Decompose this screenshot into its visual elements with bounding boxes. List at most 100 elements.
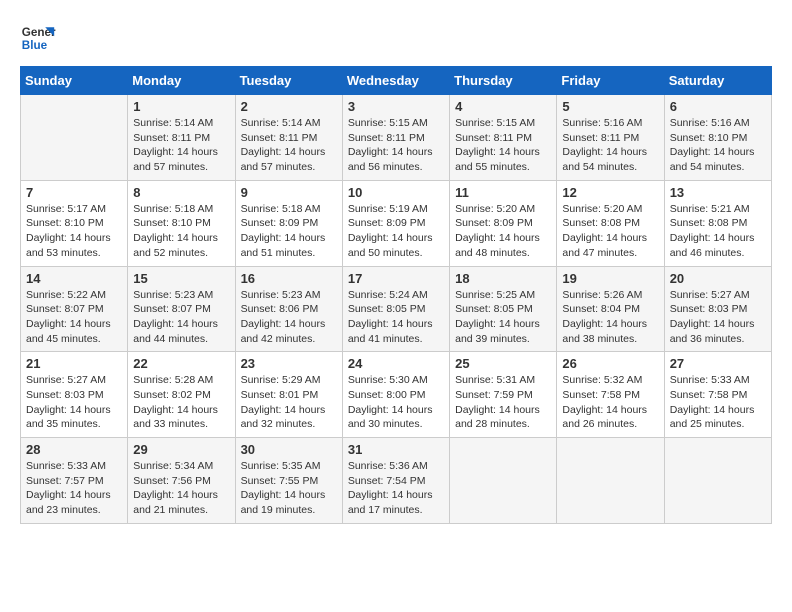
day-number: 19 — [562, 271, 658, 286]
day-number: 12 — [562, 185, 658, 200]
calendar-cell — [21, 95, 128, 181]
weekday-header-tuesday: Tuesday — [235, 67, 342, 95]
calendar-cell: 13Sunrise: 5:21 AM Sunset: 8:08 PM Dayli… — [664, 180, 771, 266]
day-number: 20 — [670, 271, 766, 286]
cell-info: Sunrise: 5:21 AM Sunset: 8:08 PM Dayligh… — [670, 202, 766, 261]
day-number: 25 — [455, 356, 551, 371]
calendar-table: SundayMondayTuesdayWednesdayThursdayFrid… — [20, 66, 772, 524]
calendar-cell: 30 Sunrise: 5:35 AM Sunset: 7:55 PM Dayli… — [235, 438, 342, 524]
day-number: 4 — [455, 99, 551, 114]
day-number: 1 — [133, 99, 229, 114]
calendar-body: 1 Sunrise: 5:14 AM Sunset: 8:11 PM Daylig… — [21, 95, 772, 524]
cell-info: Sunrise: 5:25 AM Sunset: 8:05 PM Dayligh… — [455, 288, 551, 347]
cell-info: Sunrise: 5:31 AM Sunset: 7:59 PM Dayligh… — [455, 373, 551, 432]
calendar-cell: 22 Sunrise: 5:28 AM Sunset: 8:02 PM Dayli… — [128, 352, 235, 438]
calendar-cell — [664, 438, 771, 524]
cell-info: Sunrise: 5:28 AM Sunset: 8:02 PM Dayligh… — [133, 373, 229, 432]
day-number: 23 — [241, 356, 337, 371]
day-number: 9 — [241, 185, 337, 200]
calendar-cell: 16Sunrise: 5:23 AM Sunset: 8:06 PM Dayli… — [235, 266, 342, 352]
cell-info: Sunrise: 5:34 AM Sunset: 7:56 PM Dayligh… — [133, 459, 229, 518]
calendar-cell: 31 Sunrise: 5:36 AM Sunset: 7:54 PM Dayli… — [342, 438, 449, 524]
day-number: 7 — [26, 185, 122, 200]
cell-info: Sunrise: 5:17 AM Sunset: 8:10 PM Dayligh… — [26, 202, 122, 261]
calendar-cell — [557, 438, 664, 524]
calendar-cell — [450, 438, 557, 524]
day-number: 6 — [670, 99, 766, 114]
day-number: 14 — [26, 271, 122, 286]
calendar-cell: 1 Sunrise: 5:14 AM Sunset: 8:11 PM Daylig… — [128, 95, 235, 181]
day-number: 31 — [348, 442, 444, 457]
cell-info: Sunrise: 5:14 AM Sunset: 8:11 PM Dayligh… — [133, 116, 229, 175]
day-number: 11 — [455, 185, 551, 200]
calendar-cell: 6Sunrise: 5:16 AM Sunset: 8:10 PM Daylig… — [664, 95, 771, 181]
cell-info: Sunrise: 5:15 AM Sunset: 8:11 PM Dayligh… — [348, 116, 444, 175]
cell-info: Sunrise: 5:18 AM Sunset: 8:09 PM Dayligh… — [241, 202, 337, 261]
day-number: 22 — [133, 356, 229, 371]
logo: General Blue — [20, 20, 56, 56]
calendar-cell: 28 Sunrise: 5:33 AM Sunset: 7:57 PM Dayli… — [21, 438, 128, 524]
calendar-cell: 29 Sunrise: 5:34 AM Sunset: 7:56 PM Dayli… — [128, 438, 235, 524]
page-header: General Blue — [20, 20, 772, 56]
day-number: 28 — [26, 442, 122, 457]
day-number: 27 — [670, 356, 766, 371]
calendar-cell: 27Sunrise: 5:33 AM Sunset: 7:58 PM Dayli… — [664, 352, 771, 438]
calendar-week-row: 21Sunrise: 5:27 AM Sunset: 8:03 PM Dayli… — [21, 352, 772, 438]
cell-info: Sunrise: 5:15 AM Sunset: 8:11 PM Dayligh… — [455, 116, 551, 175]
calendar-cell: 15Sunrise: 5:23 AM Sunset: 8:07 PM Dayli… — [128, 266, 235, 352]
calendar-header-row: SundayMondayTuesdayWednesdayThursdayFrid… — [21, 67, 772, 95]
day-number: 29 — [133, 442, 229, 457]
day-number: 24 — [348, 356, 444, 371]
weekday-header-wednesday: Wednesday — [342, 67, 449, 95]
calendar-cell: 24 Sunrise: 5:30 AM Sunset: 8:00 PM Dayli… — [342, 352, 449, 438]
cell-info: Sunrise: 5:26 AM Sunset: 8:04 PM Dayligh… — [562, 288, 658, 347]
calendar-week-row: 28 Sunrise: 5:33 AM Sunset: 7:57 PM Dayli… — [21, 438, 772, 524]
calendar-cell: 3 Sunrise: 5:15 AM Sunset: 8:11 PM Daylig… — [342, 95, 449, 181]
calendar-cell: 5 Sunrise: 5:16 AM Sunset: 8:11 PM Daylig… — [557, 95, 664, 181]
calendar-cell: 11Sunrise: 5:20 AM Sunset: 8:09 PM Dayli… — [450, 180, 557, 266]
day-number: 30 — [241, 442, 337, 457]
cell-info: Sunrise: 5:30 AM Sunset: 8:00 PM Dayligh… — [348, 373, 444, 432]
cell-info: Sunrise: 5:19 AM Sunset: 8:09 PM Dayligh… — [348, 202, 444, 261]
calendar-cell: 20Sunrise: 5:27 AM Sunset: 8:03 PM Dayli… — [664, 266, 771, 352]
cell-info: Sunrise: 5:23 AM Sunset: 8:06 PM Dayligh… — [241, 288, 337, 347]
calendar-cell: 18Sunrise: 5:25 AM Sunset: 8:05 PM Dayli… — [450, 266, 557, 352]
cell-info: Sunrise: 5:16 AM Sunset: 8:11 PM Dayligh… — [562, 116, 658, 175]
day-number: 21 — [26, 356, 122, 371]
cell-info: Sunrise: 5:32 AM Sunset: 7:58 PM Dayligh… — [562, 373, 658, 432]
day-number: 5 — [562, 99, 658, 114]
calendar-week-row: 1 Sunrise: 5:14 AM Sunset: 8:11 PM Daylig… — [21, 95, 772, 181]
calendar-cell: 2Sunrise: 5:14 AM Sunset: 8:11 PM Daylig… — [235, 95, 342, 181]
logo-icon: General Blue — [20, 20, 56, 56]
day-number: 8 — [133, 185, 229, 200]
calendar-cell: 9 Sunrise: 5:18 AM Sunset: 8:09 PM Daylig… — [235, 180, 342, 266]
weekday-header-thursday: Thursday — [450, 67, 557, 95]
calendar-week-row: 14Sunrise: 5:22 AM Sunset: 8:07 PM Dayli… — [21, 266, 772, 352]
cell-info: Sunrise: 5:35 AM Sunset: 7:55 PM Dayligh… — [241, 459, 337, 518]
calendar-cell: 23 Sunrise: 5:29 AM Sunset: 8:01 PM Dayli… — [235, 352, 342, 438]
svg-text:Blue: Blue — [22, 39, 48, 52]
cell-info: Sunrise: 5:36 AM Sunset: 7:54 PM Dayligh… — [348, 459, 444, 518]
calendar-cell: 10Sunrise: 5:19 AM Sunset: 8:09 PM Dayli… — [342, 180, 449, 266]
cell-info: Sunrise: 5:29 AM Sunset: 8:01 PM Dayligh… — [241, 373, 337, 432]
calendar-week-row: 7 Sunrise: 5:17 AM Sunset: 8:10 PM Daylig… — [21, 180, 772, 266]
calendar-cell: 12 Sunrise: 5:20 AM Sunset: 8:08 PM Dayli… — [557, 180, 664, 266]
cell-info: Sunrise: 5:24 AM Sunset: 8:05 PM Dayligh… — [348, 288, 444, 347]
day-number: 17 — [348, 271, 444, 286]
calendar-cell: 4 Sunrise: 5:15 AM Sunset: 8:11 PM Daylig… — [450, 95, 557, 181]
day-number: 15 — [133, 271, 229, 286]
calendar-cell: 26 Sunrise: 5:32 AM Sunset: 7:58 PM Dayli… — [557, 352, 664, 438]
calendar-cell: 7 Sunrise: 5:17 AM Sunset: 8:10 PM Daylig… — [21, 180, 128, 266]
cell-info: Sunrise: 5:20 AM Sunset: 8:08 PM Dayligh… — [562, 202, 658, 261]
weekday-header-sunday: Sunday — [21, 67, 128, 95]
calendar-cell: 14Sunrise: 5:22 AM Sunset: 8:07 PM Dayli… — [21, 266, 128, 352]
calendar-cell: 19 Sunrise: 5:26 AM Sunset: 8:04 PM Dayli… — [557, 266, 664, 352]
calendar-cell: 8Sunrise: 5:18 AM Sunset: 8:10 PM Daylig… — [128, 180, 235, 266]
calendar-cell: 17 Sunrise: 5:24 AM Sunset: 8:05 PM Dayli… — [342, 266, 449, 352]
day-number: 26 — [562, 356, 658, 371]
cell-info: Sunrise: 5:33 AM Sunset: 7:57 PM Dayligh… — [26, 459, 122, 518]
weekday-header-saturday: Saturday — [664, 67, 771, 95]
calendar-cell: 21Sunrise: 5:27 AM Sunset: 8:03 PM Dayli… — [21, 352, 128, 438]
day-number: 3 — [348, 99, 444, 114]
weekday-header-friday: Friday — [557, 67, 664, 95]
